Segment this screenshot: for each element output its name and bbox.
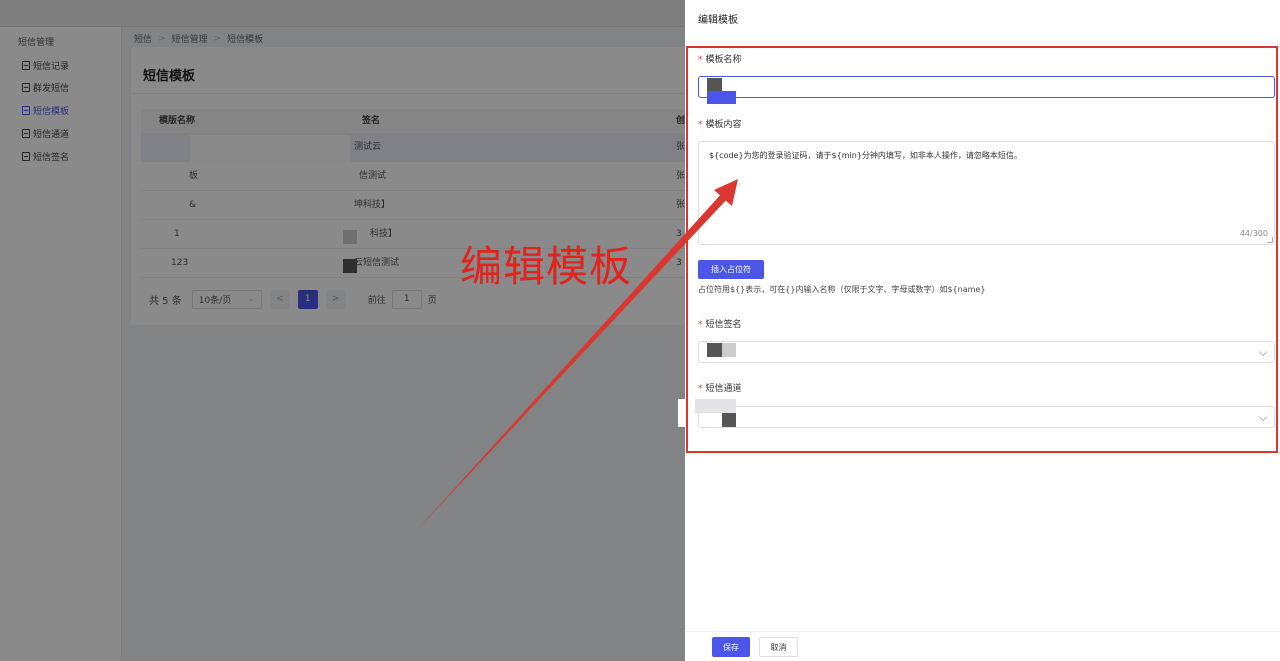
template-content-value: ${code}为您的登录验证码，请于${min}分钟内填写，如非本人操作，请忽略… xyxy=(709,151,1022,160)
char-counter: 44/300 xyxy=(1239,229,1268,238)
save-button[interactable]: 保存 xyxy=(712,637,750,657)
chevron-down-icon xyxy=(1258,412,1268,422)
privacy-mask xyxy=(707,343,722,357)
cancel-button[interactable]: 取消 xyxy=(759,637,798,657)
required-mark: * xyxy=(698,384,703,394)
required-mark: * xyxy=(698,55,703,65)
insert-placeholder-button[interactable]: 插入占位符 xyxy=(698,260,764,279)
resize-handle-icon[interactable] xyxy=(1267,237,1273,243)
privacy-mask xyxy=(678,399,685,427)
label-text: 模板名称 xyxy=(705,55,742,65)
sms-signature-select[interactable] xyxy=(698,341,1275,363)
label-text: 短信签名 xyxy=(705,320,742,330)
modal-overlay[interactable] xyxy=(0,0,685,661)
template-content-label: * 模板内容 xyxy=(698,117,742,130)
annotation-label: 编辑模板 xyxy=(460,242,633,291)
label-text: 短信通道 xyxy=(705,384,742,394)
sms-channel-label: * 短信通道 xyxy=(698,381,742,394)
required-mark: * xyxy=(698,120,703,130)
annotation-highlight-box xyxy=(686,46,1278,453)
privacy-mask xyxy=(722,413,736,427)
template-content-textarea[interactable]: ${code}为您的登录验证码，请于${min}分钟内填写，如非本人操作，请忽略… xyxy=(698,141,1275,245)
sms-signature-label: * 短信签名 xyxy=(698,317,742,330)
label-text: 模板内容 xyxy=(705,120,742,130)
template-name-input[interactable] xyxy=(698,76,1275,98)
template-name-label: * 模板名称 xyxy=(698,52,742,65)
privacy-mask xyxy=(707,78,722,91)
privacy-mask xyxy=(722,343,736,357)
privacy-mask xyxy=(707,91,736,104)
drawer-footer-divider xyxy=(685,631,1280,632)
privacy-mask xyxy=(695,399,736,413)
placeholder-hint: 占位符用${}表示，可在{}内输入名称（仅限于文字、字母或数字）如${name} xyxy=(698,285,986,294)
sms-channel-select[interactable] xyxy=(698,406,1275,428)
edit-template-drawer: 编辑模板 * 模板名称 * 模板内容 ${code}为您的登录验证码，请于${min… xyxy=(685,0,1280,661)
required-mark: * xyxy=(698,320,703,330)
drawer-title: 编辑模板 xyxy=(698,15,738,26)
chevron-down-icon xyxy=(1258,347,1268,357)
